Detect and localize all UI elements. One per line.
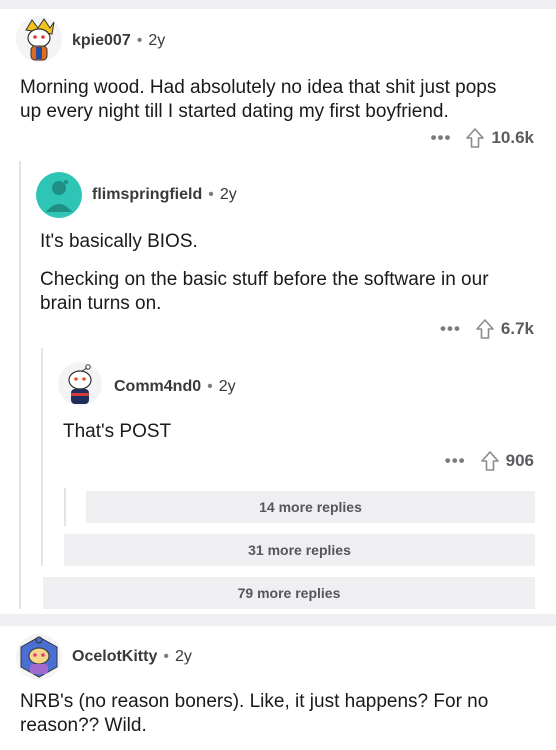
top-divider xyxy=(0,0,556,9)
username[interactable]: flimspringfield xyxy=(92,186,202,204)
comment-age: 2y xyxy=(174,648,192,665)
username[interactable]: Comm4nd0 xyxy=(114,378,201,396)
avatar[interactable] xyxy=(16,634,62,680)
more-options-icon[interactable]: ••• xyxy=(440,319,461,339)
comment-body: It's basically BIOS. xyxy=(40,231,198,252)
thread-line[interactable] xyxy=(64,488,66,526)
comment-age: 2y xyxy=(218,378,236,395)
comment-meta: Comm4nd0 • 2y xyxy=(114,378,236,396)
avatar[interactable] xyxy=(16,16,62,62)
username[interactable]: OcelotKitty xyxy=(72,648,157,666)
snoo-avatar-icon xyxy=(16,634,62,680)
more-replies-button[interactable]: 79 more replies xyxy=(43,577,535,609)
more-replies-button[interactable]: 14 more replies xyxy=(86,491,535,523)
comment-meta: flimspringfield • 2y xyxy=(92,186,237,204)
comment-actions: ••• 906 xyxy=(445,450,534,472)
comment-actions: ••• 6.7k xyxy=(440,318,534,340)
username[interactable]: kpie007 xyxy=(72,32,131,50)
more-options-icon[interactable]: ••• xyxy=(431,128,452,148)
avatar[interactable] xyxy=(36,172,82,218)
snoo-avatar-icon xyxy=(36,172,82,218)
separator: • xyxy=(136,32,143,49)
comment-body: That's POST xyxy=(63,421,172,442)
comment-body: Checking on the basic stuff before the s… xyxy=(40,269,489,314)
upvote-arrow-icon[interactable] xyxy=(465,127,485,149)
separator: • xyxy=(207,378,213,395)
separator: • xyxy=(163,648,169,665)
comment-divider xyxy=(0,614,556,626)
upvote-count: 906 xyxy=(505,451,534,470)
snoo-avatar-icon xyxy=(58,362,102,406)
comment-age: 2y xyxy=(219,186,237,203)
upvote-count: 10.6k xyxy=(491,128,534,147)
upvote-arrow-icon[interactable] xyxy=(480,450,500,472)
comment-body: Morning wood. Had absolutely no idea tha… xyxy=(20,77,497,122)
upvote-arrow-icon[interactable] xyxy=(475,318,495,340)
snoo-avatar-icon xyxy=(16,16,62,62)
comment-meta: OcelotKitty • 2y xyxy=(72,648,192,666)
upvote-count: 6.7k xyxy=(500,319,534,338)
separator: • xyxy=(208,186,214,203)
comment-age: 2y xyxy=(148,32,166,49)
more-replies-button[interactable]: 31 more replies xyxy=(64,534,535,566)
comment-actions: ••• 10.6k xyxy=(431,127,534,149)
more-options-icon[interactable]: ••• xyxy=(445,451,466,471)
comment-body: NRB's (no reason boners). Like, it just … xyxy=(20,691,489,736)
comment-meta: kpie007 • 2y xyxy=(72,32,165,50)
avatar[interactable] xyxy=(58,362,102,406)
thread-line[interactable] xyxy=(19,161,21,609)
thread-line[interactable] xyxy=(41,348,43,566)
